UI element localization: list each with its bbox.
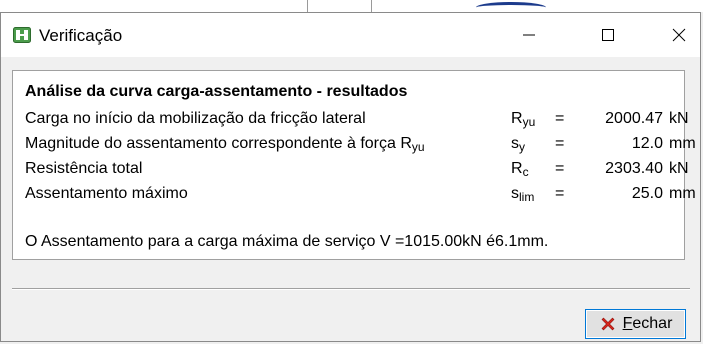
result-unit: kN — [669, 110, 689, 127]
result-equals: = — [555, 135, 565, 152]
result-symbol: Ryu — [511, 110, 536, 129]
red-x-icon — [601, 317, 615, 331]
background-divider — [307, 0, 308, 12]
result-label: Carga no início da mobilização da fricçã… — [25, 110, 366, 127]
result-equals: = — [555, 110, 565, 127]
maximize-button[interactable] — [585, 13, 631, 57]
result-symbol: sy — [511, 135, 525, 154]
result-label: Assentamento máximo — [25, 185, 188, 202]
result-equals: = — [555, 185, 565, 202]
background-window-strip — [0, 0, 703, 12]
background-divider — [371, 0, 372, 12]
result-label: Magnitude do assentamento correspondente… — [25, 135, 425, 154]
result-value: 25.0 — [631, 185, 663, 202]
settlement-note: O Assentamento para a carga máxima de se… — [25, 233, 549, 250]
fechar-button[interactable]: Fechar — [585, 309, 686, 339]
result-value: 2000.47 — [605, 110, 663, 127]
result-symbol: slim — [511, 185, 535, 204]
minimize-icon — [523, 34, 535, 36]
result-value: 12.0 — [631, 135, 663, 152]
window-title: Verificação — [39, 26, 123, 45]
result-row: Magnitude do assentamento correspondente… — [25, 135, 696, 157]
result-row: Carga no início da mobilização da fricçã… — [25, 110, 689, 132]
fechar-button-label: Fechar — [622, 315, 673, 332]
app-icon — [13, 27, 31, 43]
result-unit: kN — [669, 160, 689, 177]
result-unit: mm — [669, 185, 696, 202]
maximize-icon — [602, 29, 614, 41]
result-equals: = — [555, 160, 565, 177]
results-panel: Análise da curva carga-assentamento - re… — [12, 70, 696, 260]
result-row: Resistência total Rc = 2303.40 kN — [25, 160, 689, 182]
minimize-button[interactable] — [506, 13, 552, 57]
result-unit: mm — [669, 135, 696, 152]
results-heading: Análise da curva carga-assentamento - re… — [25, 83, 408, 100]
close-window-button[interactable] — [656, 13, 702, 57]
result-label: Resistência total — [25, 160, 143, 177]
title-bar[interactable]: Verificação — [1, 13, 700, 57]
close-icon — [672, 28, 686, 42]
result-value: 2303.40 — [605, 160, 663, 177]
footer-divider — [12, 288, 690, 290]
verification-dialog: Verificação Análise da curva carga-assen… — [0, 12, 701, 342]
result-row: Assentamento máximo slim = 25.0 mm — [25, 185, 696, 207]
result-symbol: Rc — [511, 160, 529, 179]
